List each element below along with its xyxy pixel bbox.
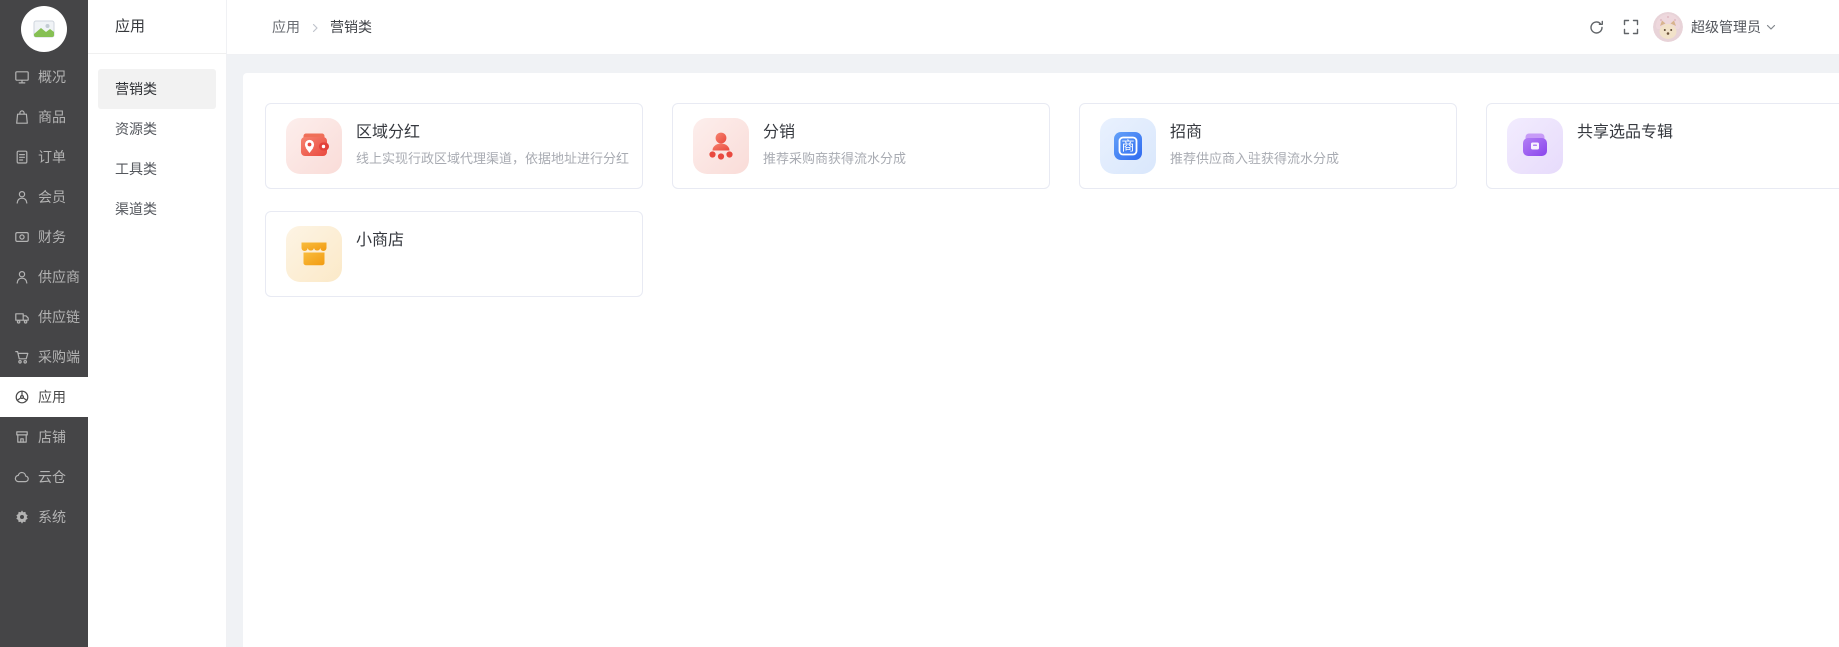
fullscreen-button[interactable] xyxy=(1623,19,1639,35)
sidebar-item-label: 云仓 xyxy=(38,469,66,485)
app-card-mini-shop[interactable]: 小商店 xyxy=(265,211,643,297)
refresh-icon xyxy=(1590,20,1603,34)
app-card-desc: 推荐采购商获得流水分成 xyxy=(763,151,907,166)
user-name: 超级管理员 xyxy=(1691,19,1761,35)
submenu-item-label: 营销类 xyxy=(115,81,157,97)
sidebar-nav: 概况 商品 订单 会员 财务 供应商 供应链 采购端 应用 店铺 云仓 系统 xyxy=(0,57,88,537)
sidebar-item-orders[interactable]: 订单 xyxy=(0,137,88,177)
sidebar-item-label: 概况 xyxy=(38,69,66,85)
app-card-merchant-recruit[interactable]: 商 招商 推荐供应商入驻获得流水分成 xyxy=(1079,103,1457,189)
app-card-distribution[interactable]: 分销 推荐采购商获得流水分成 xyxy=(672,103,1050,189)
submenu-item-channel[interactable]: 渠道类 xyxy=(88,189,226,229)
sidebar-item-label: 会员 xyxy=(38,189,66,205)
app-card-title: 招商 xyxy=(1170,124,1203,141)
supplier-icon xyxy=(14,269,30,285)
chevron-right-icon xyxy=(309,22,321,34)
submenu-item-label: 资源类 xyxy=(115,121,157,137)
sidebar-item-supply-chain[interactable]: 供应链 xyxy=(0,297,88,337)
goods-icon xyxy=(14,109,30,125)
sidebar-item-shop[interactable]: 店铺 xyxy=(0,417,88,457)
sidebar-item-apps[interactable]: 应用 xyxy=(0,377,88,417)
supply-chain-icon xyxy=(14,309,30,325)
submenu-item-label: 工具类 xyxy=(115,161,157,177)
submenu-item-label: 渠道类 xyxy=(115,201,157,217)
breadcrumb: 应用 营销类 xyxy=(272,17,372,37)
sidebar-item-label: 系统 xyxy=(38,509,66,525)
submenu-list: 营销类 资源类 工具类 渠道类 xyxy=(88,54,226,229)
merchant-char-icon: 商 xyxy=(1100,118,1156,174)
sidebar-item-label: 应用 xyxy=(38,389,66,405)
sidebar-item-label: 供应链 xyxy=(38,309,80,325)
app-card-title: 小商店 xyxy=(356,232,405,249)
system-icon xyxy=(14,509,30,525)
sidebar-item-label: 财务 xyxy=(38,229,66,245)
app-cards-grid: 区域分红 线上实现行政区域代理渠道，依据地址进行分红 分销 推荐采购商获得流水分… xyxy=(265,103,1839,297)
svg-text:商: 商 xyxy=(1121,139,1134,154)
fullscreen-icon xyxy=(1623,19,1639,35)
finance-icon xyxy=(14,229,30,245)
app-card-desc: 推荐供应商入驻获得流水分成 xyxy=(1170,151,1340,166)
sidebar-item-label: 订单 xyxy=(38,149,66,165)
content-panel: 区域分红 线上实现行政区域代理渠道，依据地址进行分红 分销 推荐采购商获得流水分… xyxy=(243,73,1839,647)
apps-icon xyxy=(14,389,30,405)
submenu-title: 应用 xyxy=(88,0,226,54)
cloud-icon xyxy=(14,469,30,485)
app-layout: 概况 商品 订单 会员 财务 供应商 供应链 采购端 应用 店铺 云仓 系统 应… xyxy=(0,0,1839,647)
orders-icon xyxy=(14,149,30,165)
album-box-icon xyxy=(1507,118,1563,174)
submenu-item-marketing[interactable]: 营销类 xyxy=(98,69,216,109)
sidebar-item-label: 供应商 xyxy=(38,269,80,285)
secondary-sidebar: 应用 营销类 资源类 工具类 渠道类 xyxy=(88,0,227,647)
chevron-down-icon xyxy=(1765,21,1777,33)
logo-image-placeholder-icon xyxy=(21,5,67,52)
sidebar-item-supplier[interactable]: 供应商 xyxy=(0,257,88,297)
topbar-actions: 超级管理员 xyxy=(1588,12,1777,42)
procurement-icon xyxy=(14,349,30,365)
sidebar-item-goods[interactable]: 商品 xyxy=(0,97,88,137)
storefront-icon xyxy=(286,226,342,282)
main-area: 应用 营销类 超级管理员 区域分红 线上实现行政区域代理渠道，依据地址进行分红 … xyxy=(227,0,1839,647)
primary-sidebar: 概况 商品 订单 会员 财务 供应商 供应链 采购端 应用 店铺 云仓 系统 xyxy=(0,0,88,647)
network-person-icon xyxy=(693,118,749,174)
sidebar-item-system[interactable]: 系统 xyxy=(0,497,88,537)
app-card-title: 区域分红 xyxy=(356,124,421,141)
sidebar-item-label: 店铺 xyxy=(38,429,66,445)
submenu-item-tools[interactable]: 工具类 xyxy=(88,149,226,189)
app-card-title: 分销 xyxy=(763,124,796,141)
sidebar-item-procurement[interactable]: 采购端 xyxy=(0,337,88,377)
app-card-title: 共享选品专辑 xyxy=(1577,124,1674,141)
shop-icon xyxy=(14,429,30,445)
sidebar-item-label: 采购端 xyxy=(38,349,80,365)
user-menu[interactable]: 超级管理员 xyxy=(1653,12,1777,42)
breadcrumb-item-root[interactable]: 应用 xyxy=(272,17,300,37)
app-card-shared-album[interactable]: 共享选品专辑 xyxy=(1486,103,1839,189)
content-area: 区域分红 线上实现行政区域代理渠道，依据地址进行分红 分销 推荐采购商获得流水分… xyxy=(227,55,1839,647)
members-icon xyxy=(14,189,30,205)
sidebar-item-members[interactable]: 会员 xyxy=(0,177,88,217)
refresh-button[interactable] xyxy=(1588,19,1605,36)
topbar: 应用 营销类 超级管理员 xyxy=(227,0,1839,55)
app-card-desc: 线上实现行政区域代理渠道，依据地址进行分红 xyxy=(356,151,630,166)
submenu-item-resource[interactable]: 资源类 xyxy=(88,109,226,149)
overview-icon xyxy=(14,69,30,85)
sidebar-item-label: 商品 xyxy=(38,109,66,125)
logo xyxy=(0,0,88,57)
wallet-pin-icon xyxy=(286,118,342,174)
avatar xyxy=(1653,12,1683,42)
breadcrumb-item-current: 营销类 xyxy=(330,19,372,35)
sidebar-item-finance[interactable]: 财务 xyxy=(0,217,88,257)
sidebar-item-overview[interactable]: 概况 xyxy=(0,57,88,97)
sidebar-item-cloud-warehouse[interactable]: 云仓 xyxy=(0,457,88,497)
app-card-region-dividend[interactable]: 区域分红 线上实现行政区域代理渠道，依据地址进行分红 xyxy=(265,103,643,189)
